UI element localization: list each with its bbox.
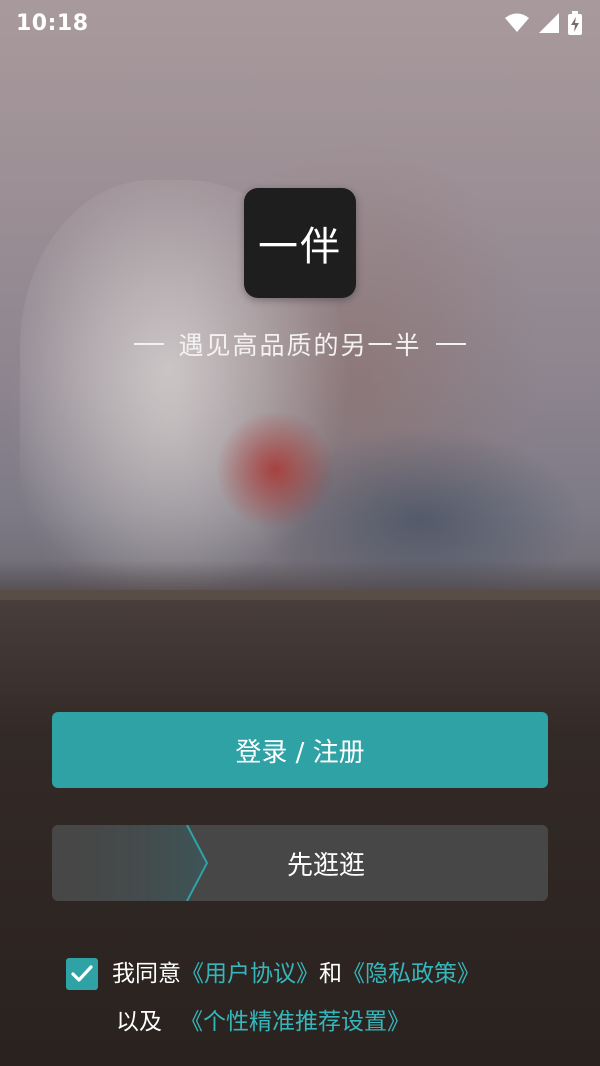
status-icons	[504, 11, 582, 35]
browse-label: 先逛逛	[286, 850, 365, 881]
tagline-dash-left	[134, 343, 165, 345]
agree-checkbox[interactable]	[66, 958, 98, 990]
signal-icon	[539, 13, 559, 33]
recommend-settings-link[interactable]: 《个性精准推荐设置》	[180, 998, 410, 1046]
agree-also: 以及	[116, 1009, 162, 1035]
user-agreement-link[interactable]: 《用户协议》	[181, 950, 319, 998]
status-bar: 10:18	[0, 0, 600, 46]
background-bouquet	[215, 410, 335, 530]
arrow-decoration-icon	[52, 825, 209, 901]
battery-charging-icon	[568, 11, 582, 35]
privacy-policy-link[interactable]: 《隐私政策》	[342, 950, 480, 998]
agreement-block: 我同意 《用户协议》 和 《隐私政策》 以及 《个性精准推荐设置》	[66, 950, 566, 1046]
app-logo: 一伴	[244, 188, 356, 298]
login-register-label: 登录 / 注册	[235, 737, 365, 768]
agree-prefix: 我同意	[112, 961, 181, 987]
login-register-button[interactable]: 登录 / 注册	[52, 712, 548, 788]
wifi-icon	[505, 13, 529, 32]
tagline: 遇见高品质的另一半	[0, 326, 600, 362]
tagline-text: 遇见高品质的另一半	[178, 331, 422, 360]
browse-button[interactable]: 先逛逛	[52, 825, 548, 901]
agreement-row-2: 以及 《个性精准推荐设置》	[66, 998, 566, 1046]
checkmark-icon	[71, 965, 93, 982]
agreement-row-1: 我同意 《用户协议》 和 《隐私政策》	[66, 950, 566, 998]
tagline-dash-right	[435, 343, 466, 345]
app-logo-text: 一伴	[258, 224, 342, 270]
agree-and: 和	[319, 961, 342, 987]
status-time: 10:18	[16, 10, 89, 36]
